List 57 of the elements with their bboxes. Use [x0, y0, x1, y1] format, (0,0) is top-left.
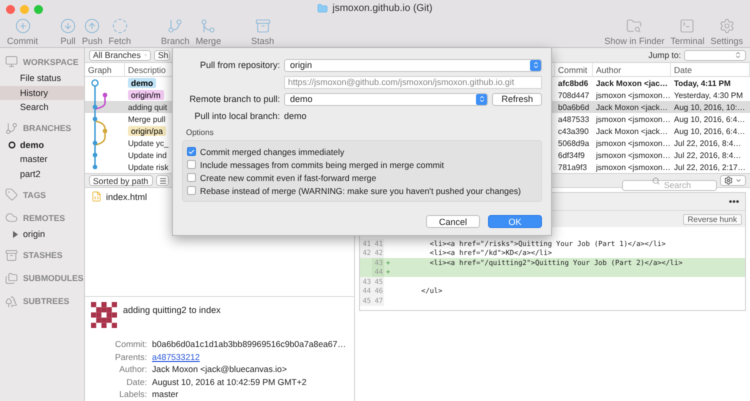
commit-date: Jul 22, 2016, 8:4…	[674, 138, 742, 148]
repository-label: Pull from repository:	[198, 60, 280, 70]
branch-tag: origin/pa	[128, 126, 166, 136]
field-value: Jack Moxon <jack@bluecanvas.io>	[152, 364, 287, 374]
commit-hash: b0a6b6d	[558, 102, 590, 112]
commit-author: Jack Moxon <jac…	[596, 78, 668, 88]
section-header: TAGS	[23, 190, 46, 200]
jump-to-label: Jump to:	[648, 50, 681, 60]
commit-author: Jack Moxon <jack…	[596, 126, 668, 136]
field-label: Labels:	[118, 389, 147, 400]
commit-date: Aug 10, 2016, 6:4…	[674, 126, 746, 136]
commit-author: jsmoxon <jsmoxon…	[596, 114, 670, 124]
field-value: August 10, 2016 at 10:42:59 PM GMT+2	[152, 376, 307, 387]
commit-hash: 708d447	[558, 90, 590, 100]
commit-description: Update yc_	[128, 138, 168, 148]
section-header: WORKSPACE	[23, 56, 79, 66]
commit-hash: 5068d9a	[558, 138, 590, 148]
section-header: STASHES	[23, 250, 63, 260]
commit-author: jsmoxon <jsmoxon…	[596, 150, 670, 160]
commit-hash: 781a9f3	[558, 162, 587, 172]
branch-tag: demo	[128, 78, 156, 88]
field-label: Commit:	[114, 339, 147, 350]
commit-date: Jul 22, 2016, 2:17…	[674, 162, 746, 172]
commit-author: jsmoxon <jsmoxon…	[596, 90, 670, 100]
options-title: Options	[185, 128, 214, 137]
window-title: jsmoxon.github.io (Git)	[332, 3, 433, 14]
commit-author: Jack Moxon <jack…	[596, 102, 668, 112]
option-label: Create new commit even if fast-forward merge	[200, 172, 376, 182]
commit-date: Aug 10, 2016, 6:4…	[674, 114, 746, 124]
field-label: Parents:	[114, 352, 147, 362]
commit-author: jsmoxon <jsmoxon…	[596, 138, 670, 148]
section-header: SUBTREES	[23, 296, 70, 306]
commit-description: adding quit	[128, 102, 168, 112]
branch-tag: origin/m	[128, 90, 164, 100]
commit-date: Today, 4:11 PM	[674, 78, 731, 88]
commit-hash: afc8bd6	[558, 78, 588, 88]
section-header: BRANCHES	[23, 123, 72, 133]
commit-author: jsmoxon <jsmoxon…	[596, 162, 670, 172]
section-header: SUBMODULES	[23, 273, 84, 283]
commit-message: adding quitting2 to index	[123, 304, 221, 317]
field-label: Date:	[125, 376, 147, 387]
field-value: b0a6b6d0a1c1d1ab3bb89969516c9b0a7a8ea67…	[152, 339, 346, 350]
option-label: Include messages from commits being merged in merge commit	[200, 160, 444, 170]
remote-branch-label: Remote branch to pull:	[188, 94, 280, 104]
local-branch-label: Pull into local branch:	[193, 111, 280, 121]
commit-date: Yesterday, 4:30 PM	[674, 90, 743, 100]
commit-hash: 6df34f9	[558, 150, 585, 160]
commit-hash: a487533	[558, 114, 590, 124]
field-value: master	[152, 389, 178, 400]
commit-hash: c43a390	[558, 126, 589, 136]
commit-date: Aug 10, 2016, 10:…	[674, 102, 746, 112]
option-label: Rebase instead of merge (WARNING: make sure you haven't pushed your changes)	[200, 186, 521, 196]
section-header: REMOTES	[23, 212, 66, 222]
field-label: Author:	[118, 364, 147, 374]
local-branch-value: demo	[284, 111, 307, 121]
commit-date: Jul 22, 2016, 8:4…	[674, 150, 742, 160]
option-label: Commit merged changes immediately	[200, 146, 344, 156]
